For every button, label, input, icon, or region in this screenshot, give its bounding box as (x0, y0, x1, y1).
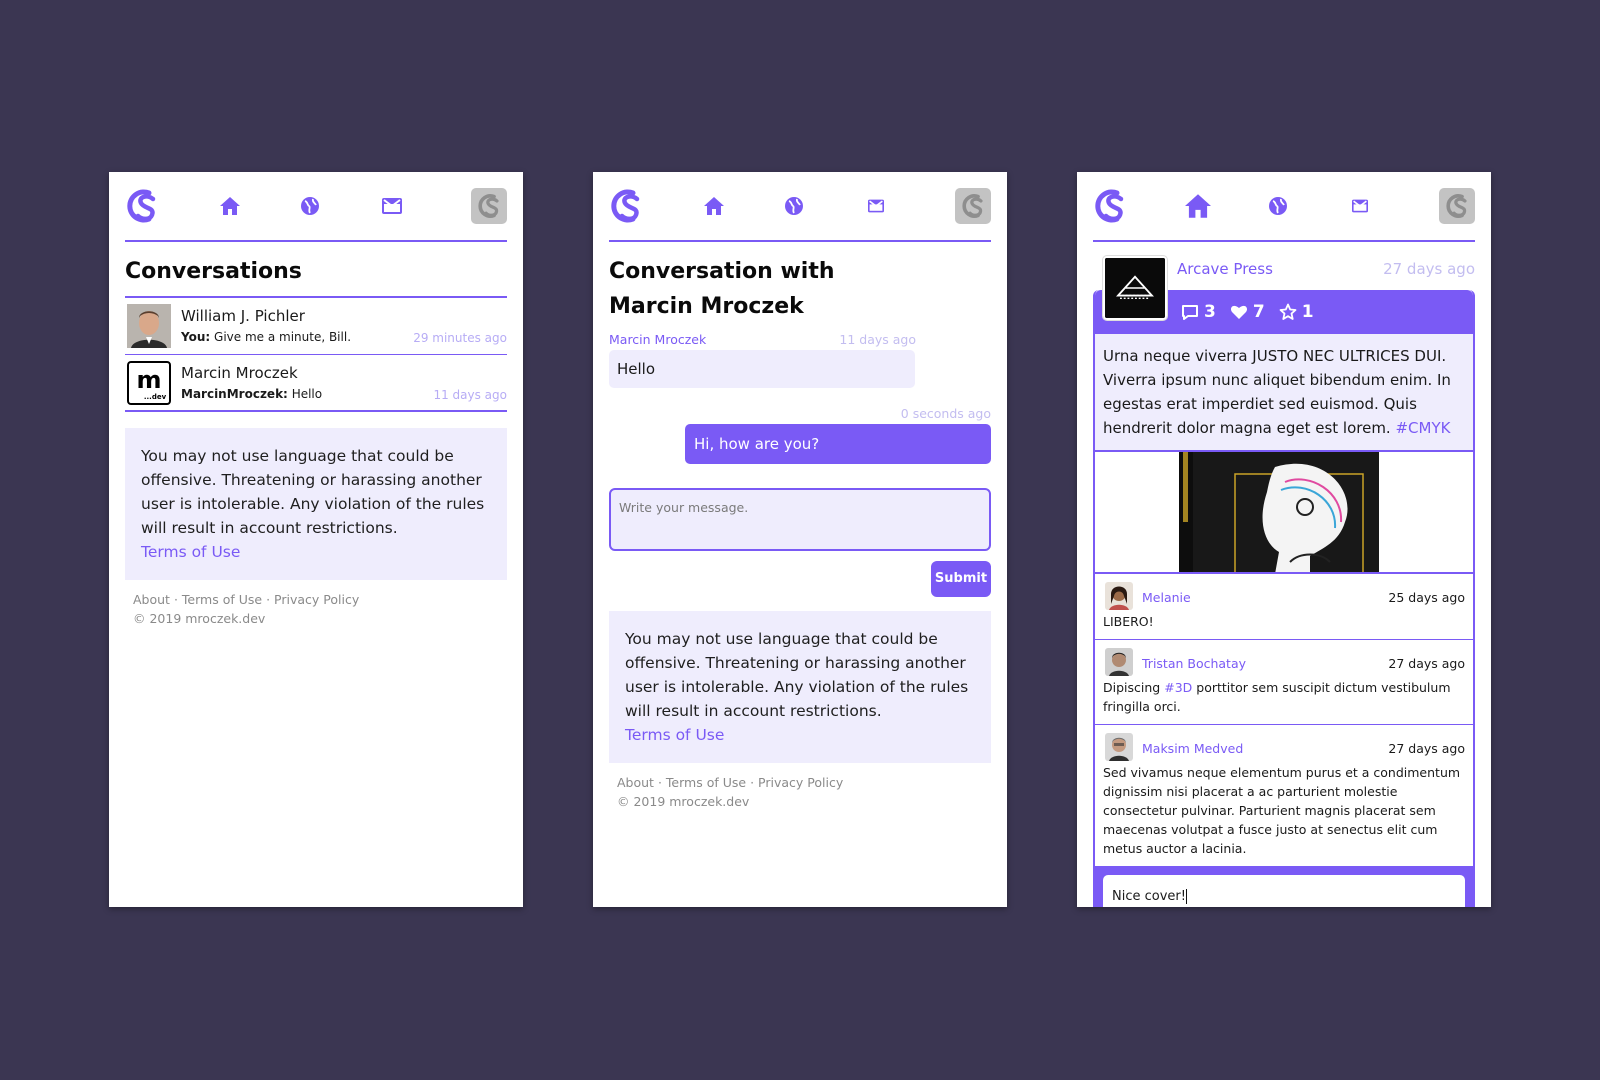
publisher-logo[interactable] (1102, 255, 1168, 321)
mail-icon[interactable] (859, 188, 893, 224)
commenter-name[interactable]: Melanie (1142, 588, 1191, 607)
post-card: 3 7 1 Urna neque viverra JUSTO NEC ULTRI… (1093, 290, 1475, 907)
incoming-message-meta: Marcin Mroczek 11 days ago (609, 332, 991, 350)
rules-notice: You may not use language that could be o… (125, 428, 507, 580)
terms-link[interactable]: Terms of Use (141, 540, 491, 564)
conversation-item[interactable]: m ...dev Marcin Mroczek MarcinMroczek: He… (125, 355, 507, 412)
post-author[interactable]: Arcave Press (1177, 260, 1273, 278)
commenter-name[interactable]: Maksim Medved (1142, 739, 1243, 758)
terms-link[interactable]: Terms of Use (625, 723, 975, 747)
contact-name: William J. Pichler (181, 307, 305, 325)
conversations-panel: Conversations William J. Pichler You: Gi… (109, 172, 523, 907)
post-header: Arcave Press 27 days ago (1093, 242, 1475, 321)
mail-icon[interactable] (375, 188, 409, 224)
logo-icon[interactable] (1093, 188, 1127, 224)
likes-stat[interactable]: 7 (1230, 302, 1265, 322)
profile-avatar-icon[interactable] (471, 188, 507, 224)
outgoing-message: Hi, how are you? (685, 424, 991, 464)
user-avatar: m...dev (127, 361, 171, 405)
conversation-list: William J. Pichler You: Give me a minute… (125, 298, 507, 412)
comment-text: Sed vivamus neque elementum purus et a c… (1103, 765, 1461, 856)
timestamp: 29 minutes ago (413, 331, 507, 345)
comments-stat[interactable]: 3 (1181, 302, 1216, 322)
profile-avatar-icon[interactable] (1439, 188, 1475, 224)
about-link[interactable]: About (133, 592, 170, 607)
page-title: Conversations (125, 254, 507, 298)
home-icon[interactable] (1181, 188, 1215, 224)
about-link[interactable]: About (617, 775, 654, 790)
copyright: © 2019 mroczek.dev (133, 611, 266, 626)
globe-icon[interactable] (777, 188, 811, 224)
comment: Melanie 25 days ago LIBERO! (1095, 574, 1473, 640)
commenter-avatar[interactable] (1105, 648, 1133, 676)
home-icon[interactable] (697, 188, 731, 224)
copyright: © 2019 mroczek.dev (617, 794, 750, 809)
svg-text:...dev: ...dev (144, 393, 167, 401)
rules-notice: You may not use language that could be o… (609, 611, 991, 763)
comment-icon (1182, 304, 1198, 320)
notice-text: You may not use language that could be o… (141, 447, 485, 537)
post-timestamp: 27 days ago (1383, 260, 1475, 278)
globe-icon[interactable] (1261, 188, 1295, 224)
terms-footer-link[interactable]: Terms of Use (182, 592, 262, 607)
footer: About · Terms of Use · Privacy Policy © … (609, 763, 991, 821)
top-nav (609, 172, 991, 242)
comment-text: Dipiscing #3D porttitor sem suscipit dic… (1103, 680, 1451, 714)
reply-area: Nice cover! (1095, 867, 1473, 907)
globe-icon[interactable] (293, 188, 327, 224)
comment-timestamp: 27 days ago (1388, 656, 1465, 671)
hashtag-link[interactable]: #CMYK (1395, 419, 1450, 437)
text-caret (1185, 889, 1187, 904)
reply-input[interactable]: Nice cover! (1103, 875, 1465, 907)
comment-timestamp: 27 days ago (1388, 741, 1465, 756)
commenter-name[interactable]: Tristan Bochatay (1142, 654, 1246, 673)
timestamp: 0 seconds ago (900, 406, 991, 421)
comment-timestamp: 25 days ago (1388, 590, 1465, 605)
contact-name: Marcin Mroczek (181, 364, 298, 382)
home-icon[interactable] (213, 188, 247, 224)
sender-name[interactable]: Marcin Mroczek (609, 332, 706, 347)
comment-text: LIBERO! (1103, 614, 1154, 629)
hashtag-link[interactable]: #3D (1164, 680, 1192, 695)
message-preview: MarcinMroczek: Hello (181, 387, 323, 401)
message-preview: You: Give me a minute, Bill. (181, 330, 352, 344)
profile-avatar-icon[interactable] (955, 188, 991, 224)
footer-separator: · (657, 775, 662, 790)
terms-footer-link[interactable]: Terms of Use (666, 775, 746, 790)
post-image[interactable] (1095, 452, 1473, 574)
incoming-message: Hello (609, 350, 915, 388)
footer-separator: · (266, 592, 271, 607)
submit-row: Submit (609, 551, 991, 611)
post-body: Urna neque viverra JUSTO NEC ULTRICES DU… (1095, 334, 1473, 452)
message-input[interactable]: Write your message. (609, 488, 991, 551)
svg-text:m: m (136, 366, 161, 394)
commenter-avatar[interactable] (1105, 733, 1133, 761)
footer-separator: · (750, 775, 755, 790)
privacy-link[interactable]: Privacy Policy (758, 775, 843, 790)
mail-icon[interactable] (1343, 188, 1377, 224)
stars-stat[interactable]: 1 (1279, 302, 1314, 322)
star-icon (1279, 303, 1297, 320)
top-nav (125, 172, 507, 242)
comment: Maksim Medved 27 days ago Sed vivamus ne… (1095, 725, 1473, 867)
privacy-link[interactable]: Privacy Policy (274, 592, 359, 607)
heart-icon (1230, 305, 1247, 319)
timestamp: 11 days ago (839, 332, 916, 347)
top-nav (1093, 172, 1475, 242)
footer-separator: · (173, 592, 178, 607)
commenter-avatar[interactable] (1105, 582, 1133, 610)
notice-text: You may not use language that could be o… (625, 630, 969, 720)
conversation-item[interactable]: William J. Pichler You: Give me a minute… (125, 298, 507, 355)
page-title: Conversation with Marcin Mroczek (609, 259, 835, 319)
comment: Tristan Bochatay 27 days ago Dipiscing #… (1095, 640, 1473, 725)
timestamp: 11 days ago (433, 388, 507, 402)
logo-icon[interactable] (125, 188, 159, 224)
post-panel: Arcave Press 27 days ago 3 7 1 Urna nequ… (1077, 172, 1491, 907)
user-avatar (127, 304, 171, 348)
submit-button[interactable]: Submit (931, 561, 991, 597)
logo-icon[interactable] (609, 188, 643, 224)
footer: About · Terms of Use · Privacy Policy © … (125, 580, 507, 638)
chat-panel: Conversation with Marcin Mroczek Marcin … (593, 172, 1007, 907)
